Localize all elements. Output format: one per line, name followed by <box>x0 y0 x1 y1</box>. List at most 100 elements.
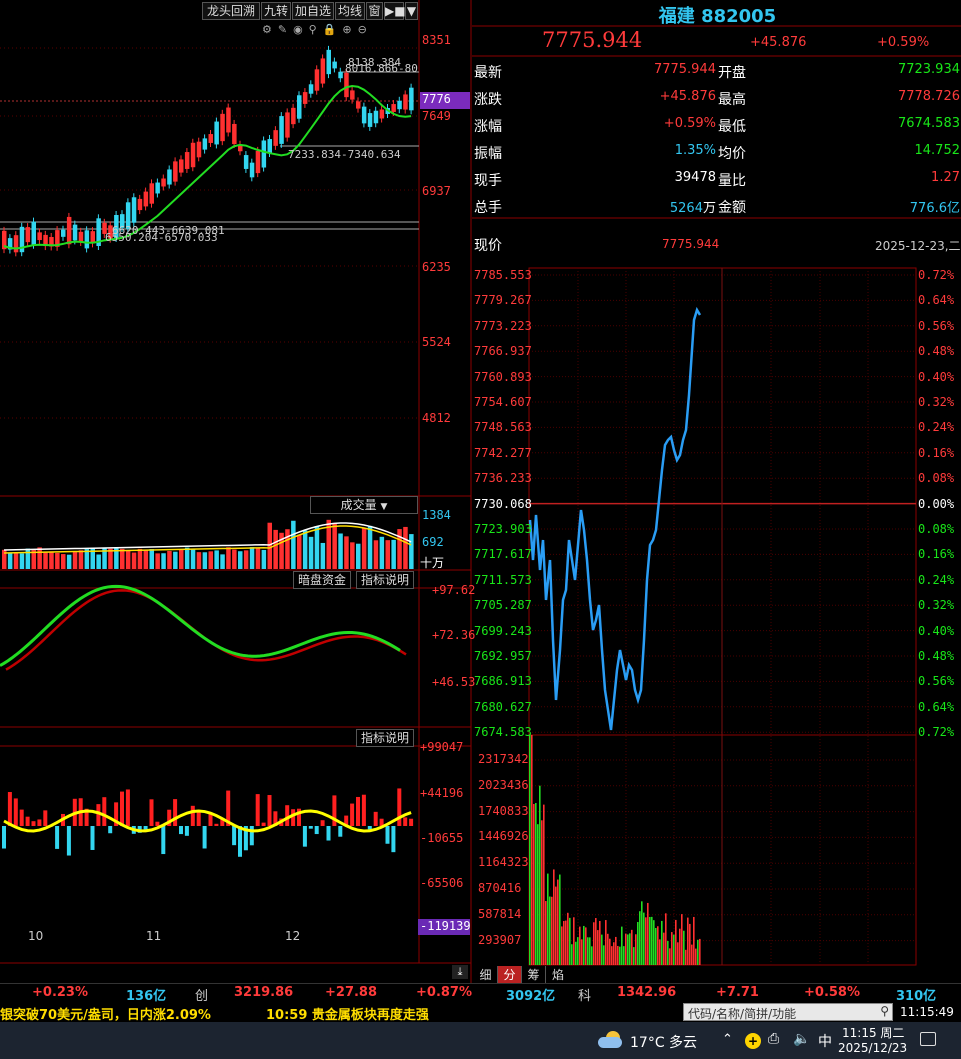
intraday-pct-label: 0.40% <box>918 623 955 638</box>
intraday-volume-bar <box>571 944 573 965</box>
volume-bar <box>184 547 190 569</box>
current-date: 2025-12-23,二 <box>875 239 961 253</box>
quote-label: 最低 <box>718 119 746 135</box>
tab-flame[interactable]: 焰 <box>546 966 570 983</box>
intraday-volume-bar <box>591 946 593 965</box>
indicator2-bar <box>391 826 396 853</box>
candle <box>149 183 154 204</box>
candle <box>297 95 302 119</box>
intraday-volume-bar <box>545 901 547 965</box>
candle <box>249 162 255 178</box>
moving-average-button[interactable]: 均线 <box>335 2 365 20</box>
quote-label: 现手 <box>474 173 502 189</box>
indicator2-bar <box>350 803 355 826</box>
chevron-up-icon[interactable]: ⌃ <box>722 1032 733 1047</box>
intraday-volume-bar <box>593 922 595 965</box>
weather-text[interactable]: 17°C 多云 <box>630 1032 697 1052</box>
indicator2-bar <box>320 820 325 826</box>
volume-bar <box>37 547 42 569</box>
intraday-pct-label: 0.64% <box>918 293 955 308</box>
intraday-volume-bar <box>699 938 701 965</box>
intraday-pct-label: 0.72% <box>918 725 955 740</box>
intraday-volume-bar <box>649 916 651 965</box>
clock-time[interactable]: 11:15 周二 <box>842 1024 904 1041</box>
intraday-price-label: 7723.903 <box>474 522 532 536</box>
volume-bar <box>84 549 90 569</box>
tab-chips[interactable]: 筹 <box>522 966 546 983</box>
volume-bar <box>356 543 361 569</box>
intraday-volume-bar <box>609 938 611 965</box>
candle <box>361 106 367 124</box>
quote-value-number: 5264 <box>669 201 703 216</box>
intraday-volume-bar <box>613 942 615 965</box>
indicator2-bar <box>37 819 42 826</box>
indicator2-bar <box>338 826 343 837</box>
quote-label: 量比 <box>718 173 746 189</box>
intraday-volume-bar <box>553 869 555 965</box>
dragon-head-button[interactable]: 龙头回溯 <box>202 2 260 20</box>
volume-bar <box>249 547 255 569</box>
intraday-volume-bar <box>607 933 609 965</box>
volume-bar <box>261 549 267 569</box>
dark-fund-button[interactable]: 暗盘资金 <box>293 571 351 589</box>
intraday-pct-label: 0.16% <box>918 547 955 562</box>
volume-title-button[interactable]: 成交量 ▼ <box>310 496 418 514</box>
candle <box>326 49 331 75</box>
intraday-volume-bar <box>673 934 675 965</box>
indicator-help-button[interactable]: 指标说明 <box>356 571 414 589</box>
intraday-volume-bar <box>675 919 677 965</box>
volume-title: 成交量 <box>340 498 377 512</box>
notification-icon[interactable] <box>920 1032 936 1046</box>
play-stop-button[interactable]: ▶■ <box>384 2 406 20</box>
volume-bar <box>55 552 60 569</box>
clock-date[interactable]: 2025/12/23 <box>838 1041 907 1055</box>
quote-value: 1.27 <box>931 170 960 185</box>
tab-detail[interactable]: 细 <box>474 966 498 983</box>
volume-bar <box>232 549 237 569</box>
intraday-volume-bar <box>585 927 587 965</box>
current-price-label: 现价 <box>474 238 502 254</box>
quote-label: 总手 <box>474 200 502 216</box>
intraday-volume-bar <box>595 918 597 965</box>
weather-cloud-icon[interactable] <box>598 1031 624 1049</box>
intraday-volume-bar <box>551 896 553 965</box>
candle <box>220 113 225 142</box>
chart-tools-icons[interactable]: ⚙✎◉⚲🔒⊕⊖ <box>262 23 373 36</box>
add-favorite-button[interactable]: 加自选 <box>292 2 334 20</box>
indicator1-line <box>5 589 407 671</box>
download-icon[interactable]: ⤓ <box>452 965 468 979</box>
tab-minute[interactable]: 分 <box>498 966 522 983</box>
network-icon[interactable]: ⎙ <box>768 1031 779 1047</box>
indicator2-bar <box>308 826 313 829</box>
indicator2-help-button[interactable]: 指标说明 <box>356 729 414 747</box>
volume-bar <box>332 522 337 569</box>
volume-icon[interactable]: 🔈 <box>793 1031 810 1047</box>
indicator2-bar <box>285 805 290 826</box>
indicator2-bar <box>120 791 124 826</box>
search-icon[interactable]: ⚲ <box>880 1004 889 1018</box>
search-input[interactable]: 代码/名称/简拼/功能 <box>688 1005 796 1022</box>
quote-value-number: 1.35% <box>674 143 716 158</box>
candle <box>61 229 66 237</box>
candle <box>84 230 90 249</box>
news-item[interactable]: 10:59 贵金属板块再度走强 <box>266 1004 429 1023</box>
nine-turn-button[interactable]: 九转 <box>261 2 291 20</box>
intraday-volume-bar <box>635 934 637 965</box>
intraday-volume-bar <box>579 926 581 965</box>
ime-indicator[interactable]: 中 <box>818 1031 832 1051</box>
toolbar-dropdown-icon[interactable]: ▼ <box>405 2 418 20</box>
volume-bar <box>373 540 379 569</box>
search-box[interactable]: 代码/名称/简拼/功能 ⚲ <box>683 1003 893 1021</box>
window-button[interactable]: 窗 <box>366 2 383 20</box>
app-tray-icon[interactable]: + <box>745 1033 761 1049</box>
news-item[interactable]: 银突破70美元/盎司，日内涨2.09% <box>0 1004 211 1023</box>
intraday-volume-bar <box>601 934 603 965</box>
candle <box>232 123 237 145</box>
intraday-pct-label: 0.24% <box>918 420 955 435</box>
month-label: 10 <box>28 929 44 943</box>
intraday-volume-bar <box>567 912 569 965</box>
indicator2-axis-label: +44196 <box>420 786 464 800</box>
candle <box>72 224 78 241</box>
quote-value: 39478 <box>600 170 716 185</box>
candle <box>373 110 379 124</box>
